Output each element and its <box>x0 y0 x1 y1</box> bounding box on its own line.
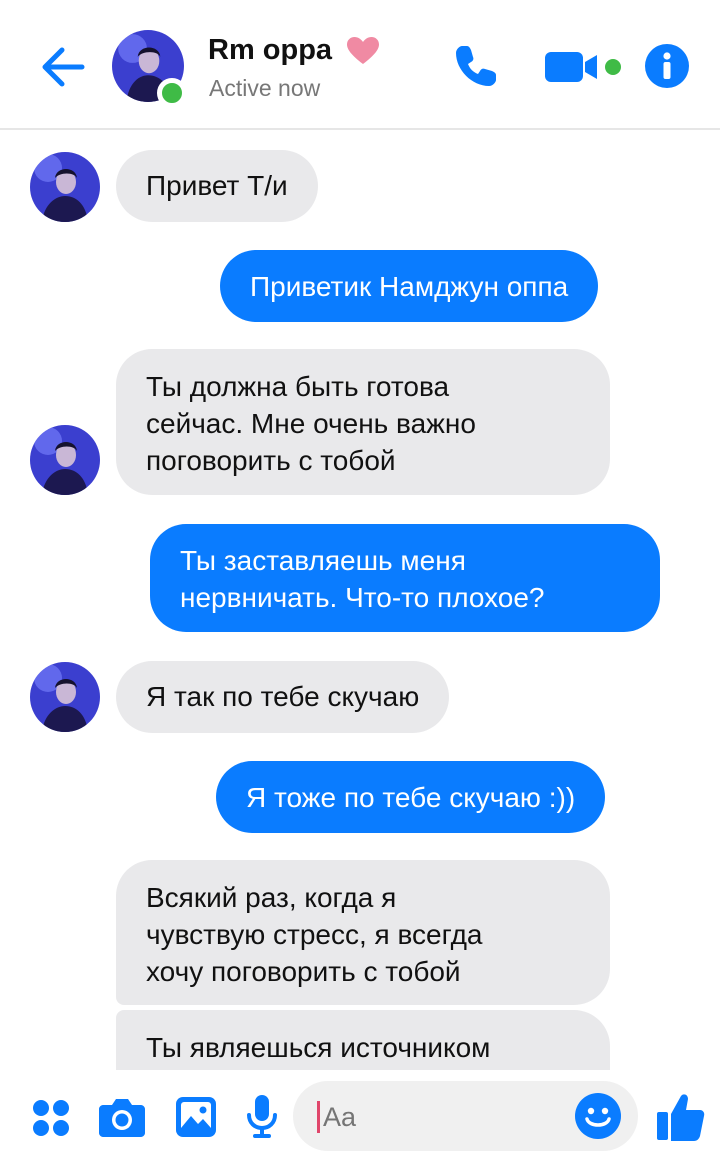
message-line: сейчас. Мне очень важно <box>146 408 476 439</box>
video-camera-icon[interactable] <box>545 50 599 84</box>
active-status: Active now <box>209 75 321 101</box>
incoming-message[interactable]: Привет Т/и <box>116 150 318 222</box>
phone-icon[interactable] <box>452 42 500 90</box>
message-line: Ты должна быть готова <box>146 371 450 402</box>
message-line: Ты заставляешь меня <box>180 545 466 576</box>
message-text: Привет Т/и <box>146 170 288 201</box>
sender-avatar[interactable] <box>30 152 100 222</box>
heart-icon <box>347 37 379 64</box>
incoming-message[interactable]: Ты должна быть готова сейчас. Мне очень … <box>116 349 610 495</box>
back-arrow-icon[interactable] <box>38 44 86 90</box>
online-indicator <box>157 78 187 108</box>
info-icon[interactable] <box>645 44 689 88</box>
camera-icon[interactable] <box>99 1097 145 1137</box>
message-line: хочу поговорить с тобой <box>146 956 461 987</box>
contact-name[interactable]: Rm oppa <box>208 32 332 68</box>
message-text: Приветик Намджун оппа <box>250 271 569 302</box>
message-input[interactable] <box>323 1100 543 1134</box>
outgoing-message[interactable]: Приветик Намджун оппа <box>220 250 599 322</box>
incoming-message[interactable]: Всякий раз, когда я чувствую стресс, я в… <box>116 860 610 1005</box>
message-line: Всякий раз, когда я <box>146 882 397 913</box>
sender-avatar[interactable] <box>30 662 100 732</box>
conversation-header: Rm oppa Active now <box>0 0 720 130</box>
message-text: Ты являешься источником <box>146 1032 491 1063</box>
apps-grid-icon[interactable] <box>32 1099 70 1137</box>
sender-avatar[interactable] <box>30 425 100 495</box>
message-line: чувствую стресс, я всегда <box>146 919 483 950</box>
image-icon[interactable] <box>176 1097 216 1137</box>
thumbs-up-icon[interactable] <box>657 1092 705 1142</box>
outgoing-message[interactable]: Я тоже по тебе скучаю :)) <box>216 761 606 833</box>
incoming-message[interactable]: Я так по тебе скучаю <box>116 661 450 733</box>
outgoing-message[interactable]: Ты заставляешь меня нервничать. Что-то п… <box>150 524 660 632</box>
microphone-icon[interactable] <box>247 1095 277 1139</box>
message-text: Я так по тебе скучаю <box>146 681 420 712</box>
message-line: поговорить с тобой <box>146 445 396 476</box>
video-active-dot <box>605 59 621 75</box>
emoji-icon[interactable] <box>575 1093 621 1139</box>
message-composer <box>0 1070 720 1158</box>
message-input-container[interactable] <box>293 1081 638 1151</box>
message-text: Я тоже по тебе скучаю :)) <box>246 782 576 813</box>
message-line: нервничать. Что-то плохое? <box>180 582 545 613</box>
text-cursor <box>317 1101 320 1133</box>
